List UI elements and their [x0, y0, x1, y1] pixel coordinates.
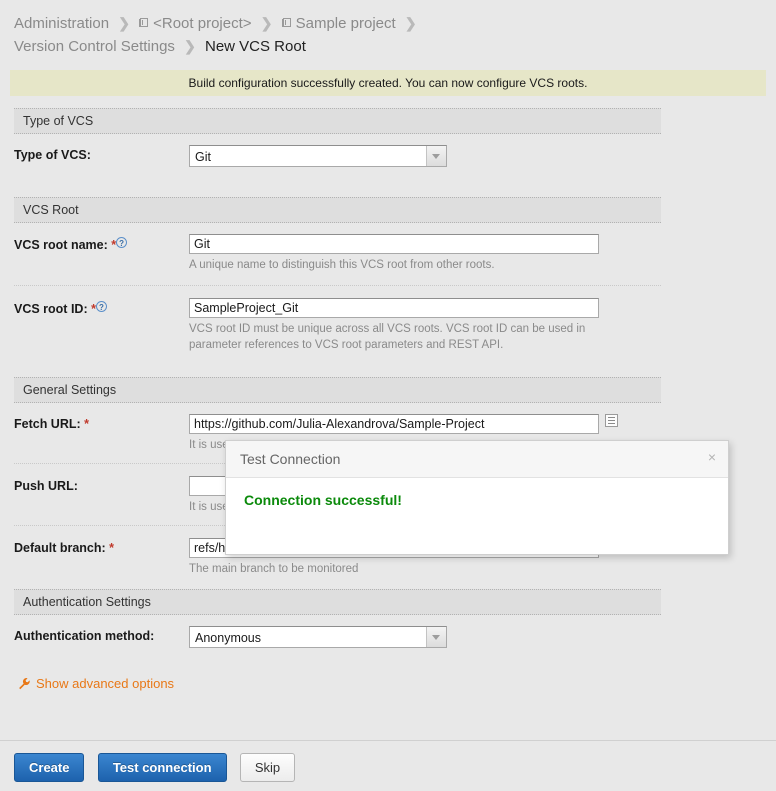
authentication-method-select[interactable]: Anonymous — [189, 626, 447, 648]
breadcrumb-separator: ❯ — [260, 15, 273, 31]
breadcrumb-separator: ❯ — [118, 15, 130, 31]
label-vcs-root-id: VCS root ID: *? — [14, 298, 189, 316]
show-advanced-options-link[interactable]: Show advanced options — [18, 676, 174, 691]
row-vcs-root-id: VCS root ID: *? VCS root ID must be uniq… — [14, 285, 661, 353]
label-default-branch-text: Default branch: — [14, 541, 106, 555]
wrench-icon — [18, 677, 31, 690]
label-vcs-root-id-text: VCS root ID: — [14, 302, 88, 316]
settings-form: Type of VCS Type of VCS: Git VCS Root VC… — [0, 108, 776, 691]
project-icon — [281, 18, 293, 29]
breadcrumb-item-sample-project[interactable]: Sample project — [296, 15, 396, 32]
form-actions: Create Test connection Skip — [0, 740, 776, 782]
required-marker: * — [84, 417, 90, 431]
project-icon — [139, 18, 150, 29]
row-authentication-method: Authentication method: Anonymous — [14, 615, 776, 648]
parameter-picker-icon[interactable] — [605, 414, 618, 427]
breadcrumb-separator: ❯ — [404, 15, 417, 31]
dialog-body: Connection successful! — [226, 478, 728, 554]
label-vcs-root-name-text: VCS root name: — [14, 238, 108, 252]
section-header-general-settings: General Settings — [14, 377, 661, 403]
help-icon[interactable]: ? — [116, 237, 128, 248]
section-header-authentication-settings: Authentication Settings — [14, 589, 661, 615]
vcs-root-id-input[interactable] — [189, 298, 599, 318]
test-connection-dialog: Test Connection × Connection successful! — [225, 440, 729, 555]
authentication-method-value: Anonymous — [195, 631, 262, 645]
label-fetch-url: Fetch URL: * — [14, 414, 189, 431]
type-of-vcs-select[interactable]: Git — [189, 145, 447, 167]
chevron-down-icon[interactable] — [426, 627, 446, 647]
help-icon[interactable]: ? — [95, 301, 107, 312]
create-button[interactable]: Create — [14, 753, 85, 782]
skip-button[interactable]: Skip — [239, 753, 296, 782]
chevron-down-icon[interactable] — [426, 146, 446, 166]
notification-banner: Build configuration successfully created… — [10, 70, 766, 96]
label-default-branch: Default branch: * — [14, 538, 189, 555]
dialog-title: Test Connection — [240, 451, 341, 467]
connection-status-message: Connection successful! — [244, 492, 402, 508]
close-icon[interactable]: × — [708, 450, 716, 464]
test-connection-button[interactable]: Test connection — [97, 753, 227, 782]
label-push-url-text: Push URL: — [14, 479, 78, 493]
row-vcs-root-name: VCS root name: *? A unique name to disti… — [14, 223, 776, 273]
label-push-url: Push URL: — [14, 476, 189, 493]
hint-vcs-root-id: VCS root ID must be unique across all VC… — [189, 323, 586, 351]
vcs-root-name-input[interactable] — [189, 234, 599, 254]
page-title: New VCS Root — [205, 38, 306, 55]
label-type-of-vcs: Type of VCS: — [14, 148, 91, 162]
breadcrumb-separator: ❯ — [184, 38, 196, 54]
breadcrumb-item-root-project[interactable]: <Root project> — [153, 15, 251, 32]
section-header-vcs-root: VCS Root — [14, 197, 661, 223]
breadcrumb-line-1: Administration ❯ <Root project> ❯ Sample… — [14, 12, 776, 35]
dialog-header: Test Connection × — [226, 441, 728, 478]
label-authentication-method: Authentication method: — [14, 629, 155, 643]
breadcrumb-item-administration[interactable]: Administration — [14, 15, 109, 32]
row-type-of-vcs: Type of VCS: Git — [14, 134, 776, 167]
type-of-vcs-value: Git — [195, 150, 211, 164]
label-vcs-root-name: VCS root name: *? — [14, 234, 189, 252]
breadcrumb: Administration ❯ <Root project> ❯ Sample… — [0, 0, 776, 58]
fetch-url-input[interactable] — [189, 414, 599, 434]
section-header-type-of-vcs: Type of VCS — [14, 108, 661, 134]
show-advanced-options-label: Show advanced options — [36, 676, 175, 691]
required-marker: * — [109, 541, 115, 555]
breadcrumb-item-version-control-settings[interactable]: Version Control Settings — [14, 38, 175, 55]
label-fetch-url-text: Fetch URL: — [14, 417, 81, 431]
breadcrumb-line-2: Version Control Settings ❯ New VCS Root — [14, 35, 776, 58]
hint-vcs-root-name: A unique name to distinguish this VCS ro… — [189, 259, 495, 271]
hint-default-branch: The main branch to be monitored — [189, 563, 359, 575]
